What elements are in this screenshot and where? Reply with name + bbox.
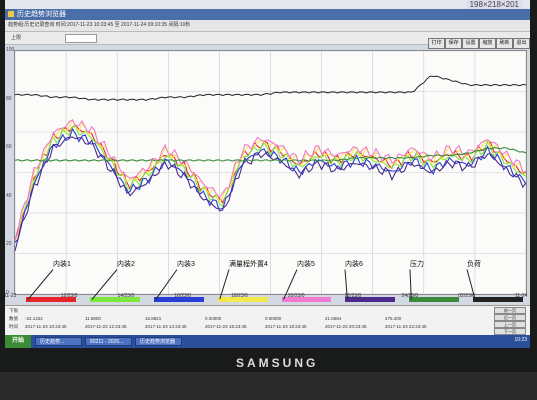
table-cell: 2017-11-23 20:23:45 [325, 324, 367, 329]
start-button[interactable]: 开始 [5, 335, 31, 348]
range-select[interactable] [65, 34, 97, 43]
legend-swatch-8[interactable] [473, 297, 523, 302]
table-cell: 时间 [9, 324, 18, 329]
table-nav-button-4[interactable]: 下一页 [494, 328, 526, 335]
row-label: 上限 [11, 35, 22, 41]
callout-label-3: 内装3 [177, 261, 195, 268]
taskbar-clock: 10:23 [514, 337, 527, 343]
y-tick-label: 40 [6, 192, 12, 199]
table-cell: -22.1422 [25, 316, 43, 321]
toolbar-button-2[interactable]: 保存 [445, 38, 462, 49]
table-cell: 475.400 [385, 316, 402, 321]
table-cell: 15.8821 [145, 316, 162, 321]
table-cell: 0.00000 [265, 316, 282, 321]
callout-label-5: 内装5 [297, 261, 315, 268]
toolbar-button-1[interactable]: 打印 [428, 38, 445, 49]
app-icon [8, 11, 14, 17]
table-cell: 2017-11-23 18:23:45 [265, 324, 307, 329]
legend-swatch-6[interactable] [345, 297, 396, 302]
table-cell: 2017-11-23 14:23:45 [145, 324, 187, 329]
taskbar: 开始 历史趋势... 80211 - 2026... 历史趋势浏览器 10:23 [5, 335, 530, 348]
toolbar-button-4[interactable]: 缩放 [479, 38, 496, 49]
table-row: 数值 -22.1422 11.9800 15.8821 0.00000 0.00000 21… [5, 316, 530, 323]
legend-swatch-2[interactable] [89, 297, 140, 302]
callout-label-2: 内装2 [117, 261, 135, 268]
callout-label-1: 内装1 [53, 261, 71, 268]
monitor-stand [0, 372, 537, 400]
table-cell: 下限 [9, 308, 18, 313]
legend-swatch-5[interactable] [281, 297, 332, 302]
callout-label-6: 内装6 [345, 261, 363, 268]
table-cell: 数值 [9, 316, 18, 321]
table-cell: 2017-11-23 12:23:45 [85, 324, 127, 329]
legend-swatch-3[interactable] [153, 297, 204, 302]
legend-swatch-4[interactable] [217, 297, 268, 302]
callout-label-8: 负荷 [467, 261, 481, 268]
info-text: 趋势组:历史记录查询 时间:2017-11-23 10:23:45 至 2017… [8, 22, 191, 28]
info-bar: 趋势组:历史记录查询 时间:2017-11-23 10:23:45 至 2017… [5, 20, 530, 32]
table-cell: 2017-11-23 16:23:45 [205, 324, 247, 329]
table-cell: 21.5564 [325, 316, 342, 321]
callout-label-7: 压力 [410, 261, 424, 268]
legend-swatch-7[interactable] [409, 297, 460, 302]
legend-swatch-1[interactable] [26, 297, 76, 302]
table-nav-button-3[interactable]: 上一页 [494, 321, 526, 328]
taskbar-task-3[interactable]: 历史趋势浏览器 [135, 337, 182, 346]
table-cell: 0.00000 [205, 316, 222, 321]
table-row: 下限 [5, 308, 530, 315]
toolbar-button-5[interactable]: 刷新 [496, 38, 513, 49]
table-cell: 11.9800 [85, 316, 101, 321]
trend-chart[interactable] [14, 50, 527, 295]
toolbar-button-3[interactable]: 设置 [462, 38, 479, 49]
table-cell: 2017-11-23 22:23:45 [385, 324, 427, 329]
coords-readout: 198×218×201 [466, 0, 522, 9]
table-cell: 2017-11-23 10:23:45 [25, 324, 67, 329]
chart-svg [15, 51, 526, 294]
table-nav-button-1[interactable]: 前一页 [494, 307, 526, 314]
window-title: 历史趋势浏览器 [17, 11, 66, 18]
callout-label-4: 满量程外置4 [229, 261, 268, 268]
screen: 历史趋势浏览器 198×218×201 趋势组:历史记录查询 时间:2017-1… [5, 0, 530, 348]
taskbar-task-1[interactable]: 历史趋势... [35, 337, 82, 346]
monitor-brand: SAMSUNG [236, 356, 319, 370]
table-row: 时间 2017-11-23 10:23:45 2017-11-23 12:23:45… [5, 324, 530, 331]
toolbar-button-6[interactable]: 退出 [513, 38, 530, 49]
y-tick-label: 20 [6, 241, 12, 248]
taskbar-task-2[interactable]: 80211 - 2026... [85, 337, 132, 346]
data-table: 下限数值 -22.1422 11.9800 15.8821 0.00000 0.00000… [5, 305, 530, 336]
y-tick-label: 80 [6, 95, 12, 102]
y-tick-label: 60 [6, 144, 12, 151]
table-nav-button-2[interactable]: 后一页 [494, 314, 526, 321]
y-tick-label: 100 [6, 47, 15, 53]
window-titlebar: 历史趋势浏览器 [5, 9, 530, 20]
